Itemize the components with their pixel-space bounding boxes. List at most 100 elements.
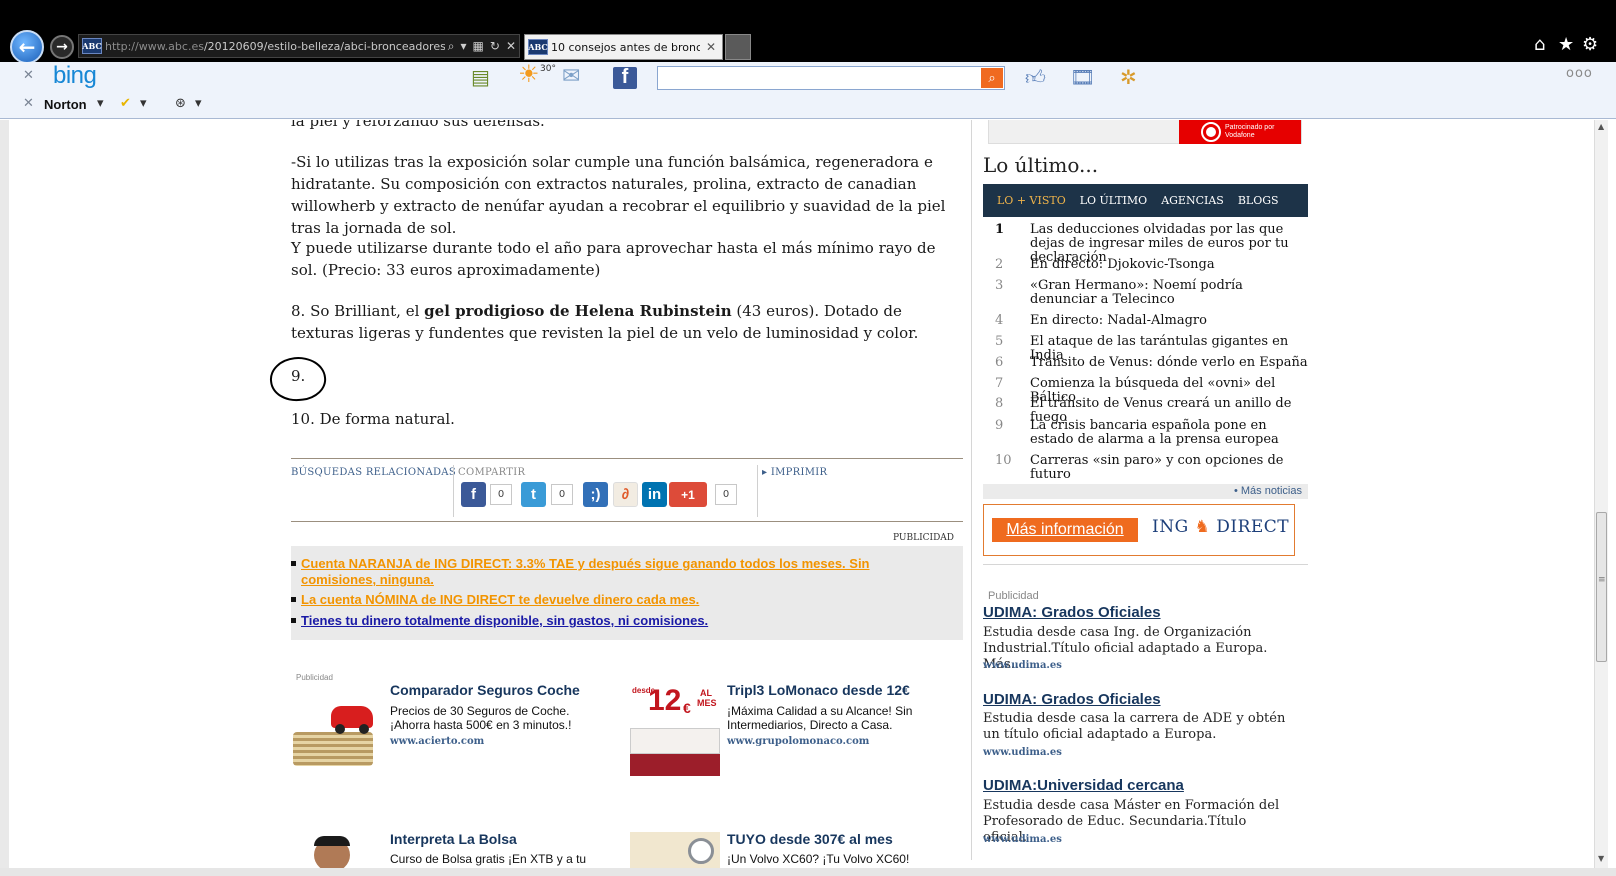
vodafone-icon <box>1201 122 1221 142</box>
favorites-star-icon[interactable]: ★ <box>1558 34 1574 55</box>
list-item[interactable]: 3 «Gran Hermano»: Noemí podría denunciar … <box>983 279 1308 307</box>
advertising-label: PUBLICIDAD <box>893 533 955 543</box>
search-icon[interactable]: ⌕ <box>448 39 455 54</box>
promo-desc: ¡Máxima Calidad a su Alcance! Sin <box>727 704 913 718</box>
ing-direct-banner[interactable]: Más información ING ♞ DIRECT <box>983 504 1295 556</box>
udima-ad-title[interactable]: UDIMA:Universidad cercana <box>983 777 1184 794</box>
vodafone-banner[interactable]: Patrocinado por Vodafone <box>988 120 1302 144</box>
toolbar-more-icon[interactable]: ooo <box>1566 66 1593 81</box>
promo-title-seguros[interactable]: Comparador Seguros Coche <box>390 682 580 698</box>
promo-title-bolsa[interactable]: Interpreta La Bolsa <box>390 831 517 847</box>
compatibility-icon[interactable]: ▦ <box>473 39 484 53</box>
vodafone-logo: Patrocinado por Vodafone <box>1179 120 1301 144</box>
refresh-icon[interactable]: ↻ <box>490 39 500 53</box>
ad-link-dinero-disponible[interactable]: Tienes tu dinero totalmente disponible, … <box>291 613 941 629</box>
toolbar-close-icon[interactable]: ✕ <box>23 68 34 83</box>
address-url[interactable]: http://www.abc.es/20120609/estilo-bellez… <box>105 40 445 53</box>
tab-agencias[interactable]: AGENCIAS <box>1161 194 1224 207</box>
vertical-scrollbar[interactable]: ▲ ▼ <box>1594 120 1608 868</box>
chevron-down-icon[interactable]: ▾ <box>140 96 147 111</box>
gear-icon[interactable]: ⚙ <box>1582 34 1598 55</box>
list-item-9: 9. <box>291 367 306 385</box>
facebook-share-icon[interactable]: f <box>461 482 486 507</box>
udima-ad-desc: Estudia desde casa la carrera de ADE y o… <box>983 711 1286 742</box>
list-item[interactable]: 10 Carreras «sin paro» y con opciones de … <box>983 454 1308 482</box>
meneame-share-icon[interactable]: ∂ <box>613 482 638 507</box>
forward-button[interactable]: → <box>50 35 74 59</box>
news-icon[interactable]: ▤ <box>471 66 490 88</box>
search-icon: ⌕ <box>988 70 996 86</box>
window-bottom-edge <box>0 868 1616 876</box>
back-button[interactable]: ← <box>10 30 44 64</box>
tab-close-icon[interactable]: ✕ <box>706 40 716 54</box>
weather-temperature: 30° <box>540 64 556 74</box>
promo-url[interactable]: www.acierto.com <box>390 736 484 747</box>
tab-favicon: ABC <box>528 39 548 55</box>
bing-search-button[interactable]: ⌕ <box>981 68 1003 88</box>
tab-blogs[interactable]: BLOGS <box>1238 194 1279 207</box>
video-icon[interactable]: 🎞︎ <box>1070 66 1095 88</box>
promo-title-lomonaco[interactable]: Tripl3 LoMonaco desde 12€ <box>727 682 910 698</box>
volvo-image[interactable] <box>630 832 720 868</box>
mattress-image[interactable]: desde 12 € AL MES <box>630 686 720 776</box>
tab-lo-mas-visto[interactable]: LO + VISTO <box>997 194 1066 207</box>
list-item[interactable]: 9 La crisis bancaria española pone en est… <box>983 419 1308 447</box>
article-paragraph: -Si lo utilizas tras la exposición solar… <box>291 153 946 237</box>
list-item[interactable]: 6 Tránsito de Venus: dónde verlo en Españ… <box>983 356 1308 370</box>
list-item[interactable]: 2 En directo: Djokovic-Tsonga <box>983 258 1308 272</box>
site-favicon: ABC <box>82 38 102 54</box>
sparkle-icon[interactable]: ✲ <box>1120 66 1137 88</box>
column-divider <box>971 120 972 860</box>
promo-desc: ¡Ahorra hasta 500€ en 3 minutos.! <box>390 718 572 732</box>
divider <box>291 521 963 522</box>
bing-toolbar: ✕ bing ▤ ☀ 30° ✉ f ⌕ 👍︎ 🎞︎ ✲ ooo <box>0 62 1616 92</box>
norton-check-icon[interactable]: ✔ <box>120 96 131 111</box>
promo-title-volvo[interactable]: TUYO desde 307€ al mes <box>727 831 893 847</box>
tab-title: 10 consejos antes de bronc... <box>551 40 700 54</box>
tab-active[interactable]: ABC 10 consejos antes de bronc... ✕ <box>524 34 723 60</box>
list-item[interactable]: 4 En directo: Nadal-Almagro <box>983 314 1308 328</box>
person-photo[interactable] <box>300 832 370 868</box>
stop-icon[interactable]: ✕ <box>506 39 516 53</box>
latest-news-title: Lo último... <box>983 153 1099 177</box>
tuenti-share-icon[interactable]: ;) <box>583 482 608 507</box>
divider <box>983 564 1308 565</box>
ad-link-cuenta-nomina[interactable]: La cuenta NÓMINA de ING DIRECT te devuel… <box>291 592 941 608</box>
udima-ad-url[interactable]: www.udima.es <box>983 834 1062 845</box>
address-bar[interactable]: ABC http://www.abc.es/20120609/estilo-be… <box>78 34 520 58</box>
promo-desc: Precios de 30 Seguros de Coche. <box>390 704 570 718</box>
tab-lo-ultimo[interactable]: LO ÚLTIMO <box>1080 194 1147 207</box>
google-plus-share-button[interactable]: +1 <box>669 482 707 507</box>
thumbs-up-icon[interactable]: 👍︎ <box>1025 66 1046 88</box>
hand-drawn-circle-annotation <box>267 354 329 404</box>
ad-link-cuenta-naranja[interactable]: Cuenta NARANJA de ING DIRECT: 3.3% TAE y… <box>291 556 941 588</box>
chevron-down-icon[interactable]: ▾ <box>97 96 104 111</box>
udima-ad-url[interactable]: www.udima.es <box>983 747 1062 758</box>
more-news-link[interactable]: • Más noticias <box>1234 485 1302 497</box>
udima-ad-title[interactable]: UDIMA: Grados Oficiales <box>983 604 1161 621</box>
norton-menu[interactable]: Norton <box>44 97 87 112</box>
related-searches-link[interactable]: BÚSQUEDAS RELACIONADAS <box>291 467 456 478</box>
scrollbar-thumb[interactable] <box>1596 512 1607 662</box>
linkedin-share-icon[interactable]: in <box>642 482 667 507</box>
chevron-down-icon[interactable]: ▾ <box>195 96 202 111</box>
scroll-down-arrow-icon[interactable]: ▼ <box>1598 854 1604 863</box>
coins-car-image[interactable] <box>291 686 379 766</box>
home-icon[interactable]: ⌂ <box>1534 34 1545 55</box>
mail-icon[interactable]: ✉ <box>562 66 580 88</box>
toolbar-close-icon[interactable]: ✕ <box>23 96 34 111</box>
udima-ad-url[interactable]: www.udima.es <box>983 660 1062 671</box>
promo-url[interactable]: www.grupolomonaco.com <box>727 736 869 747</box>
twitter-share-icon[interactable]: t <box>521 482 546 507</box>
weather-sun-icon[interactable]: ☀ <box>518 62 540 86</box>
dropdown-icon[interactable]: ▾ <box>461 39 467 53</box>
facebook-icon[interactable]: f <box>613 66 637 89</box>
new-tab-button[interactable] <box>725 34 751 60</box>
bing-logo[interactable]: bing <box>53 62 97 90</box>
more-info-button[interactable]: Más información <box>992 518 1138 542</box>
print-link[interactable]: ▸ IMPRIMIR <box>762 467 827 478</box>
bing-search-input[interactable]: ⌕ <box>657 66 1005 90</box>
identity-safe-icon[interactable]: ⊛ <box>175 96 186 111</box>
udima-ad-title[interactable]: UDIMA: Grados Oficiales <box>983 691 1161 708</box>
scroll-up-arrow-icon[interactable]: ▲ <box>1598 122 1604 131</box>
